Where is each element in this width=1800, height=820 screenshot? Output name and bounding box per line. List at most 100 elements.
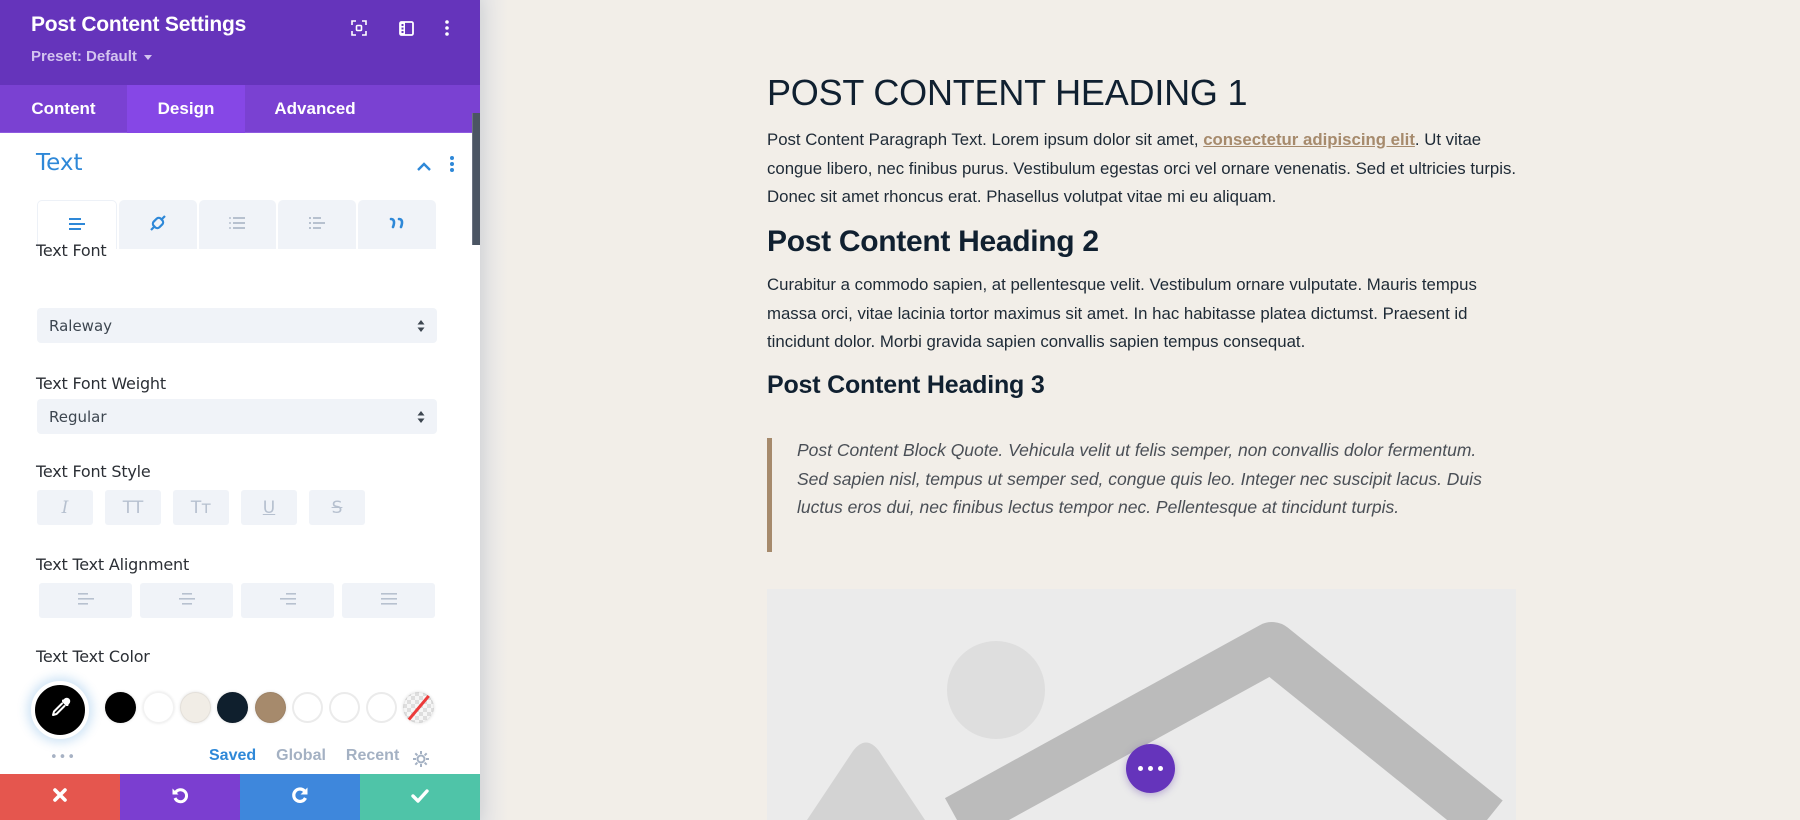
text-font-value: Raleway <box>49 316 113 335</box>
dot <box>1138 766 1143 771</box>
tab-design[interactable]: Design <box>127 85 245 133</box>
font-style-buttons: I TT Tт U S <box>37 490 365 525</box>
preset-dropdown[interactable]: Preset: Default <box>31 48 152 65</box>
text-font-select[interactable]: Raleway <box>37 308 437 343</box>
underline-icon: U <box>262 497 276 518</box>
close-icon <box>52 787 68 807</box>
tab-advanced[interactable]: Advanced <box>245 85 385 133</box>
post-link[interactable]: consectetur adipiscing elit <box>1203 130 1415 149</box>
placeholder-sun <box>947 641 1045 739</box>
text-font-label: Text Font <box>36 241 107 260</box>
section-options-icon[interactable] <box>449 155 457 175</box>
preset-label: Preset: Default <box>31 48 137 65</box>
text-alignment-label: Text Text Alignment <box>36 555 190 574</box>
settings-body: Text Text Font Raleway Text Font Weight … <box>0 133 480 774</box>
post-blockquote: Post Content Block Quote. Vehicula velit… <box>767 438 1517 552</box>
sidebar-footer <box>0 774 480 820</box>
align-justify-icon <box>380 591 398 610</box>
uppercase-icon: TT <box>122 497 144 518</box>
paragraph-text: Post Content Paragraph Text. Lorem ipsum… <box>767 130 1204 149</box>
quote-icon <box>388 215 406 234</box>
capitalize-icon: Tт <box>190 497 212 518</box>
more-options-icon[interactable] <box>437 18 457 38</box>
post-heading-1: POST CONTENT HEADING 1 <box>767 72 1248 113</box>
eyedropper-icon <box>49 697 71 723</box>
align-left-icon <box>77 591 95 610</box>
subtab-ordered-list[interactable] <box>278 200 357 249</box>
module-options-button[interactable] <box>1126 744 1175 793</box>
italic-icon: I <box>61 497 69 518</box>
align-justify-button[interactable] <box>342 583 435 618</box>
capitalize-button[interactable]: Tт <box>173 490 229 525</box>
align-center-icon <box>178 591 196 610</box>
section-title-text[interactable]: Text <box>36 150 83 176</box>
align-left-button[interactable] <box>39 583 132 618</box>
color-swatch-navy[interactable] <box>217 692 248 723</box>
text-color-label: Text Text Color <box>36 647 150 666</box>
select-arrows-icon <box>417 410 425 424</box>
gear-icon[interactable] <box>412 750 430 768</box>
subtab-unordered-list[interactable] <box>198 200 277 249</box>
sidebar-header: Post Content Settings Preset: Default <box>0 0 480 85</box>
settings-tabs: Content Design Advanced <box>0 85 480 133</box>
undo-button[interactable] <box>120 774 240 820</box>
tab-content[interactable]: Content <box>0 85 127 133</box>
text-font-weight-value: Regular <box>49 407 107 426</box>
color-swatch-empty[interactable] <box>366 692 397 723</box>
text-font-weight-label: Text Font Weight <box>36 374 166 393</box>
redo-button[interactable] <box>240 774 360 820</box>
underline-button[interactable]: U <box>241 490 297 525</box>
color-swatch-empty[interactable] <box>292 692 323 723</box>
check-icon <box>411 788 429 807</box>
text-font-weight-select[interactable]: Regular <box>37 399 437 434</box>
palette-tab-recent[interactable]: Recent <box>346 747 399 765</box>
color-swatch-black[interactable] <box>105 692 136 723</box>
more-colors-button[interactable]: ••• <box>50 750 76 765</box>
strikethrough-button[interactable]: S <box>309 490 365 525</box>
settings-sidebar: Post Content Settings Preset: Default Co… <box>0 0 480 820</box>
select-arrows-icon <box>417 319 425 333</box>
dot <box>1158 766 1163 771</box>
caret-down-icon <box>143 55 152 60</box>
cancel-button[interactable] <box>0 774 120 820</box>
post-heading-2: Post Content Heading 2 <box>767 225 1099 258</box>
focus-mode-icon[interactable] <box>349 18 369 38</box>
color-swatch-beige[interactable] <box>180 692 211 723</box>
color-swatch-empty[interactable] <box>329 692 360 723</box>
paragraph-align-icon <box>68 216 86 235</box>
text-font-style-label: Text Font Style <box>36 462 151 481</box>
palette-tab-global[interactable]: Global <box>276 747 326 765</box>
subtab-link[interactable] <box>118 200 197 249</box>
color-swatch-tan[interactable] <box>255 692 286 723</box>
color-swatch-white[interactable] <box>143 692 174 723</box>
post-paragraph-1: Post Content Paragraph Text. Lorem ipsum… <box>767 126 1517 212</box>
dot <box>1148 766 1153 771</box>
uppercase-button[interactable]: TT <box>105 490 161 525</box>
align-center-button[interactable] <box>140 583 233 618</box>
color-swatch-transparent[interactable] <box>403 692 434 723</box>
align-right-button[interactable] <box>241 583 334 618</box>
italic-button[interactable]: I <box>37 490 93 525</box>
post-heading-3: Post Content Heading 3 <box>767 371 1045 399</box>
post-paragraph-2: Curabitur a commodo sapien, at pellentes… <box>767 275 1477 351</box>
text-alignment-buttons <box>39 583 435 618</box>
subtab-quote[interactable] <box>358 200 436 249</box>
align-right-icon <box>279 591 297 610</box>
page-preview: POST CONTENT HEADING 1 Post Content Para… <box>480 0 1800 820</box>
chevron-up-icon[interactable] <box>416 157 432 171</box>
sidebar-title: Post Content Settings <box>31 13 247 36</box>
ordered-list-icon <box>308 215 326 234</box>
unordered-list-icon <box>228 215 246 234</box>
placeholder-small-mountain <box>807 742 925 820</box>
color-picker-button[interactable] <box>31 681 89 739</box>
strikethrough-icon: S <box>331 497 343 518</box>
blockquote-text: Post Content Block Quote. Vehicula velit… <box>797 440 1482 517</box>
link-icon <box>149 214 167 236</box>
palette-tab-saved[interactable]: Saved <box>209 747 256 765</box>
redo-icon <box>291 786 309 808</box>
palette-tabs: Saved Global Recent <box>209 747 399 765</box>
layout-toggle-icon[interactable] <box>396 18 416 38</box>
save-button[interactable] <box>360 774 480 820</box>
undo-icon <box>171 786 189 808</box>
sidebar-scrollbar[interactable] <box>472 113 480 245</box>
